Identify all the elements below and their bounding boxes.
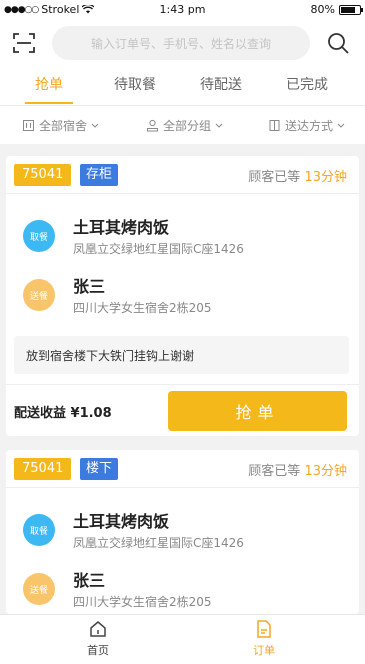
pickup-row: 取餐 土耳其烤肉饭 凤凰立交绿地红星国际C座1426 xyxy=(6,212,359,260)
filter-delivery-method-label: 送达方式 xyxy=(285,119,334,133)
tab-completed[interactable]: 已完成 xyxy=(272,74,342,94)
order-card-header: 75041 楼下 顾客已等 13分钟 xyxy=(6,450,359,488)
tab-grab[interactable]: 抢单 xyxy=(14,74,84,94)
filter-group-label: 全部分组 xyxy=(163,119,212,133)
chevron-down-icon xyxy=(91,123,99,128)
delivery-type-tag: 存柜 xyxy=(80,164,119,186)
nav-orders-label: 订单 xyxy=(253,644,275,657)
delivery-badge: 送餐 xyxy=(23,279,55,311)
nav-home[interactable]: 首页 xyxy=(58,619,138,658)
battery-icon xyxy=(339,4,363,15)
order-number: 75041 xyxy=(14,164,72,186)
wait-time: 顾客已等 13分钟 xyxy=(248,166,347,185)
battery-percent: 80% xyxy=(310,3,335,16)
card-footer-divider xyxy=(6,384,359,385)
order-number: 75041 xyxy=(14,458,72,480)
delivery-row: 送餐 张三 四川大学女生宿舍2栋205 xyxy=(6,565,359,613)
home-icon xyxy=(90,621,106,637)
delivery-income: 配送收益 ¥1.08 xyxy=(14,406,112,421)
delivery-type-tag: 楼下 xyxy=(80,458,119,480)
nav-home-label: 首页 xyxy=(87,644,109,657)
wait-minutes: 13分钟 xyxy=(304,170,347,185)
order-card: 75041 存柜 顾客已等 13分钟 取餐 土耳其烤肉饭 凤凰立交绿地红星国际C… xyxy=(6,156,359,436)
bottom-nav: 首页 订单 xyxy=(0,614,365,664)
delivery-address: 四川大学女生宿舍2栋205 xyxy=(73,595,212,609)
dish-name: 土耳其烤肉饭 xyxy=(73,512,170,531)
status-bar: ●●●○○ Strokel 1:43 pm 80% xyxy=(0,0,365,20)
chevron-down-icon xyxy=(337,123,345,128)
filter-dorm-label: 全部宿舍 xyxy=(39,119,88,133)
search-placeholder: 输入订单号、手机号、姓名以查询 xyxy=(90,36,271,51)
building-icon xyxy=(23,120,34,131)
pickup-address: 凤凰立交绿地红星国际C座1426 xyxy=(73,536,244,550)
order-icon xyxy=(257,620,271,638)
filter-delivery-method[interactable]: 送达方式 xyxy=(268,117,345,134)
scan-icon[interactable] xyxy=(12,31,36,55)
top-bar: 输入订单号、手机号、姓名以查询 xyxy=(0,20,365,66)
customer-name: 张三 xyxy=(73,277,106,296)
door-icon xyxy=(269,120,280,131)
filter-bar: 全部宿舍 全部分组 送达方式 xyxy=(0,106,365,144)
delivery-row: 送餐 张三 四川大学女生宿舍2栋205 xyxy=(6,271,359,319)
delivery-badge: 送餐 xyxy=(23,573,55,605)
filter-dorm[interactable]: 全部宿舍 xyxy=(22,117,99,134)
grab-order-button[interactable]: 抢单 xyxy=(168,391,347,431)
chevron-down-icon xyxy=(215,123,223,128)
battery-info: 80% xyxy=(310,3,363,16)
pickup-row: 取餐 土耳其烤肉饭 凤凰立交绿地红星国际C座1426 xyxy=(6,506,359,554)
wait-prefix: 顾客已等 xyxy=(248,170,301,185)
order-tabs: 抢单 待取餐 待配送 已完成 xyxy=(0,66,365,106)
order-card-header: 75041 存柜 顾客已等 13分钟 xyxy=(6,156,359,194)
order-card: 75041 楼下 顾客已等 13分钟 取餐 土耳其烤肉饭 凤凰立交绿地红星国际C… xyxy=(6,450,359,614)
filter-group[interactable]: 全部分组 xyxy=(146,117,223,134)
wait-time: 顾客已等 13分钟 xyxy=(248,460,347,479)
person-icon xyxy=(147,119,158,132)
dish-name: 土耳其烤肉饭 xyxy=(73,218,170,237)
search-input[interactable]: 输入订单号、手机号、姓名以查询 xyxy=(52,26,310,60)
wait-prefix: 顾客已等 xyxy=(248,464,301,479)
order-note: 放到宿舍楼下大铁门挂钩上谢谢 xyxy=(14,336,349,374)
pickup-address: 凤凰立交绿地红星国际C座1426 xyxy=(73,242,244,256)
tab-await-pickup[interactable]: 待取餐 xyxy=(100,74,170,94)
pickup-badge: 取餐 xyxy=(23,220,55,252)
wait-minutes: 13分钟 xyxy=(304,464,347,479)
pickup-badge: 取餐 xyxy=(23,514,55,546)
customer-name: 张三 xyxy=(73,571,106,590)
nav-orders[interactable]: 订单 xyxy=(224,619,304,658)
search-icon[interactable] xyxy=(326,31,350,55)
delivery-address: 四川大学女生宿舍2栋205 xyxy=(73,301,212,315)
active-tab-indicator xyxy=(25,102,73,104)
tab-await-delivery[interactable]: 待配送 xyxy=(186,74,256,94)
